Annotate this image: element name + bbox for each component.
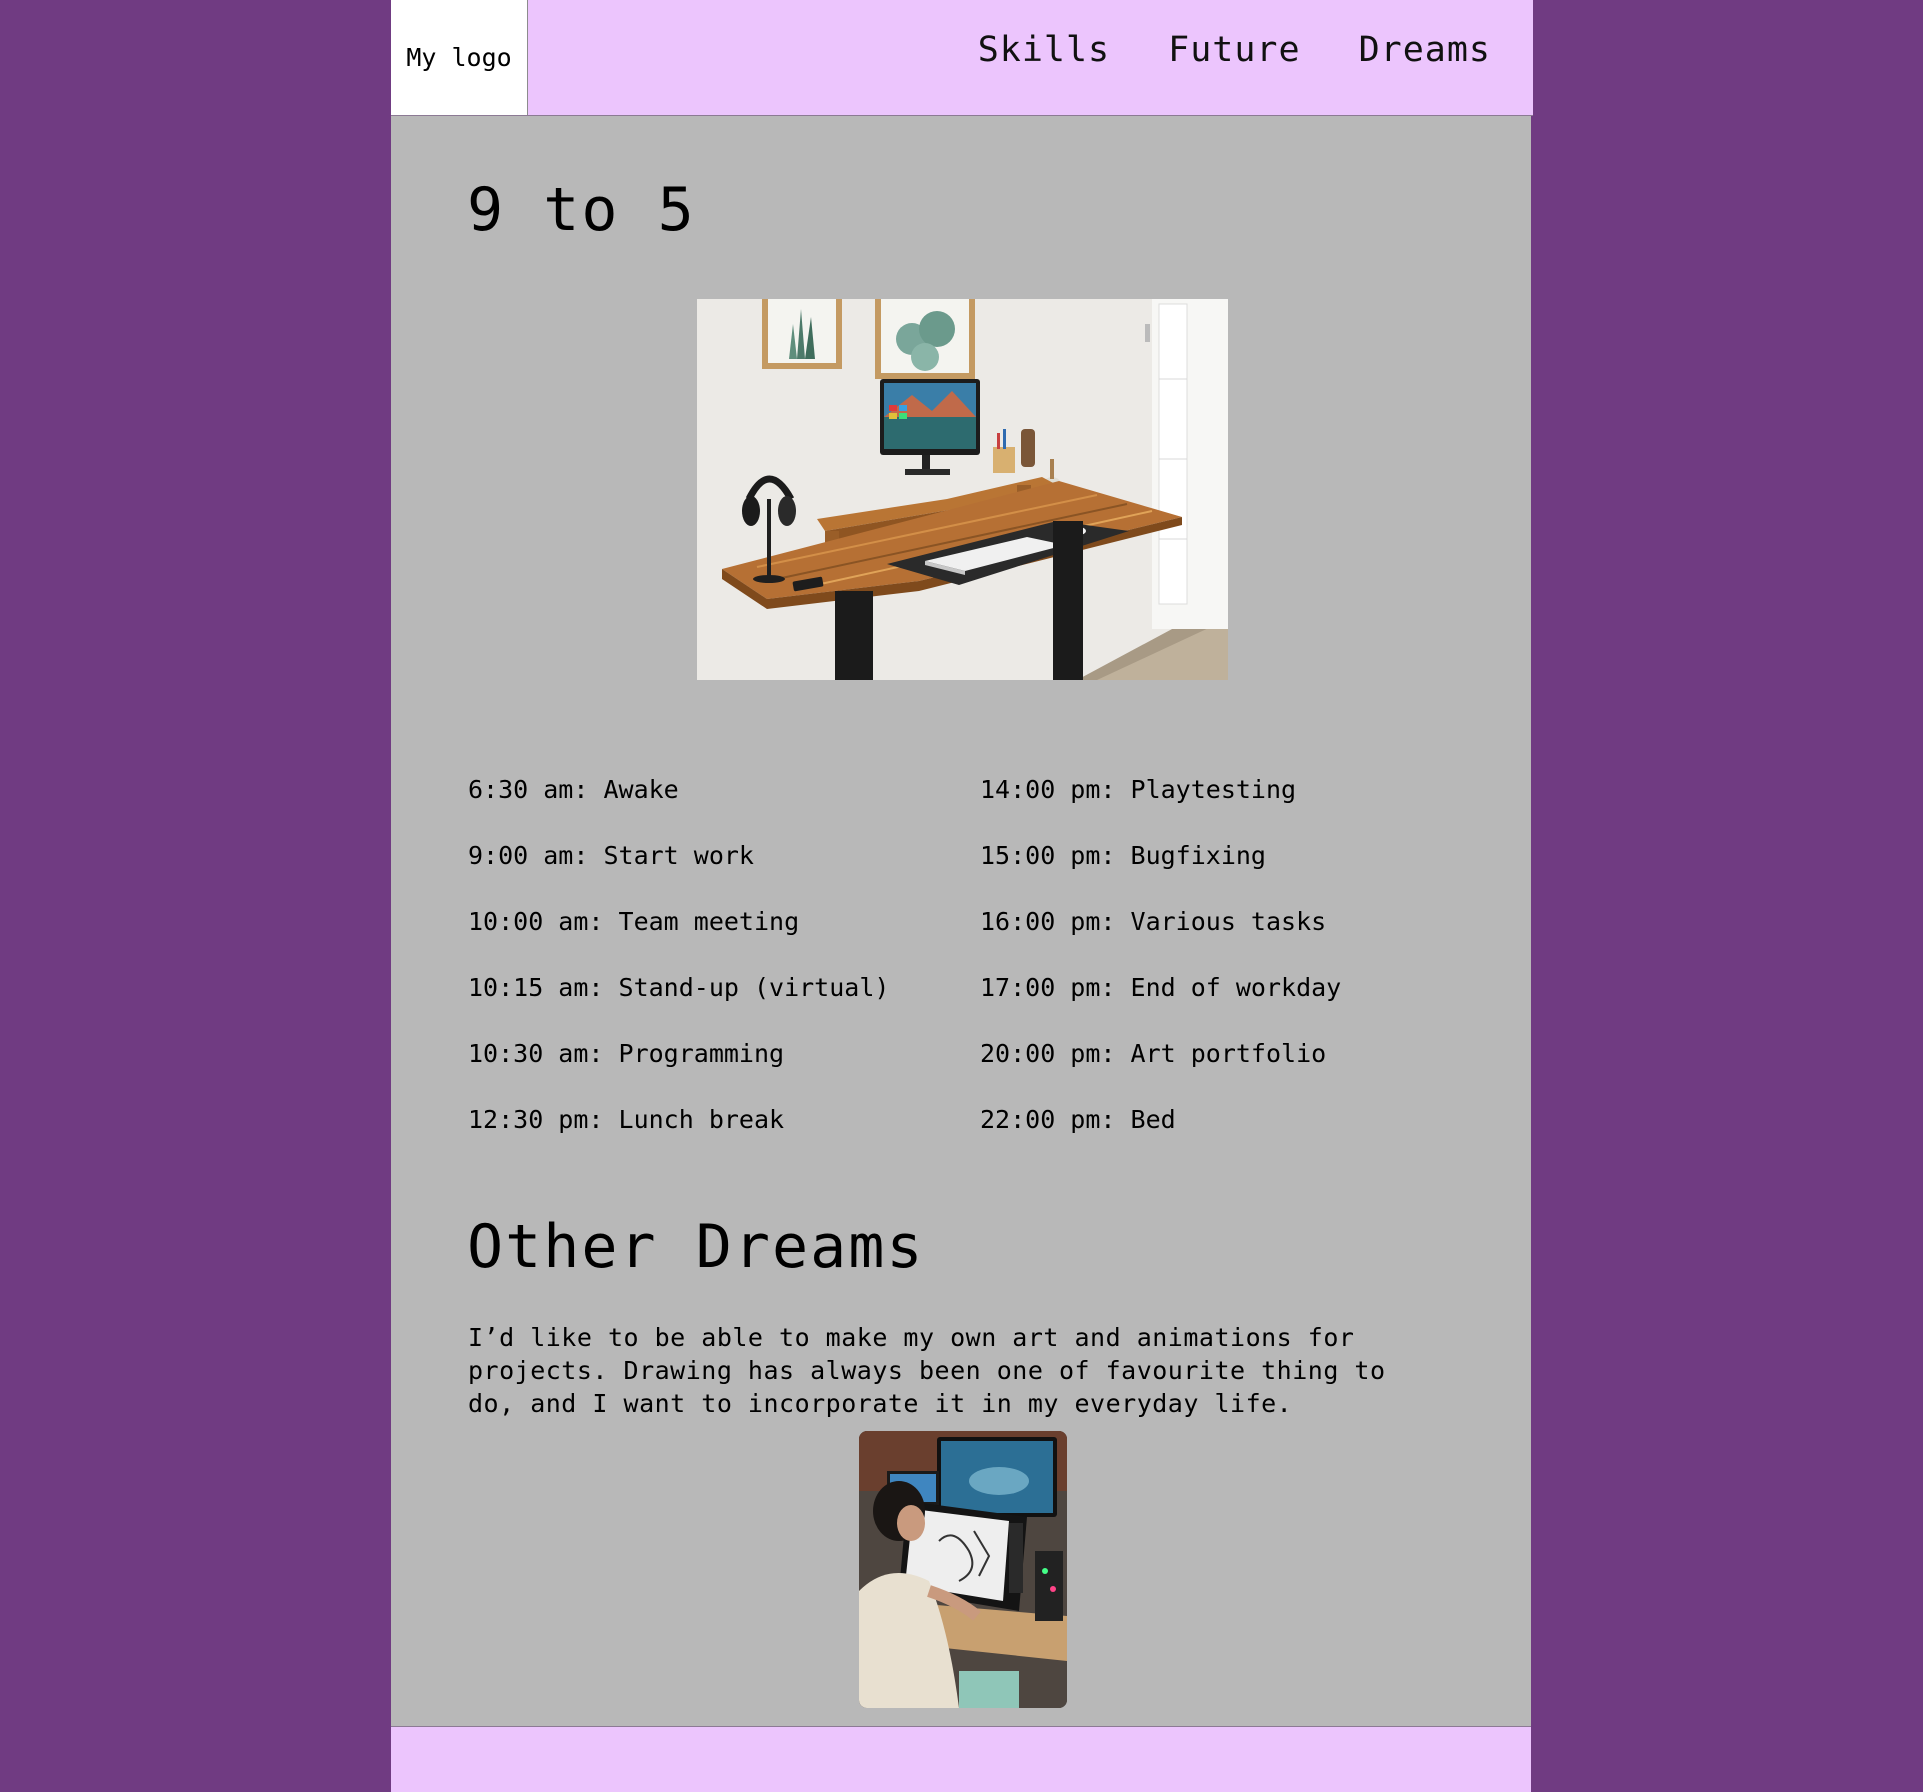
site-footer: [391, 1726, 1531, 1792]
schedule-item: 6:30 am: Awake: [468, 775, 679, 804]
main-content: 9 to 5 6:30 am: Awake 14:00 pm: Playtest…: [391, 116, 1531, 1726]
site-header: My logo Skills Future Dreams: [391, 0, 1533, 116]
schedule-item: 9:00 am: Start work: [468, 841, 754, 870]
drawing-photo: [859, 1431, 1067, 1708]
daily-schedule: 6:30 am: Awake 14:00 pm: Playtesting 9:0…: [468, 775, 1468, 1171]
schedule-item: 10:00 am: Team meeting: [468, 907, 800, 936]
schedule-item: 22:00 pm: Bed: [980, 1105, 1176, 1134]
schedule-item: 17:00 pm: End of workday: [980, 973, 1342, 1002]
schedule-item: 15:00 pm: Bugfixing: [980, 841, 1266, 870]
site-logo[interactable]: My logo: [391, 0, 528, 115]
other-dreams-paragraph: I’d like to be able to make my own art a…: [468, 1323, 1386, 1418]
nav-link-skills[interactable]: Skills: [978, 30, 1110, 70]
section-title-other-dreams: Other Dreams: [467, 1212, 925, 1282]
schedule-item: 14:00 pm: Playtesting: [980, 775, 1297, 804]
main-nav: Skills Future Dreams: [978, 30, 1491, 70]
nav-link-dreams[interactable]: Dreams: [1359, 30, 1491, 70]
schedule-item: 10:15 am: Stand-up (virtual): [468, 973, 890, 1002]
page: My logo Skills Future Dreams 9 to 5 6:30…: [391, 0, 1533, 1792]
section-title-9-to-5: 9 to 5: [467, 175, 696, 245]
nav-link-future[interactable]: Future: [1168, 30, 1300, 70]
schedule-item: 20:00 pm: Art portfolio: [980, 1039, 1327, 1068]
schedule-item: 12:30 pm: Lunch break: [468, 1105, 785, 1134]
desk-photo: [697, 299, 1228, 680]
schedule-item: 16:00 pm: Various tasks: [980, 907, 1327, 936]
schedule-item: 10:30 am: Programming: [468, 1039, 785, 1068]
